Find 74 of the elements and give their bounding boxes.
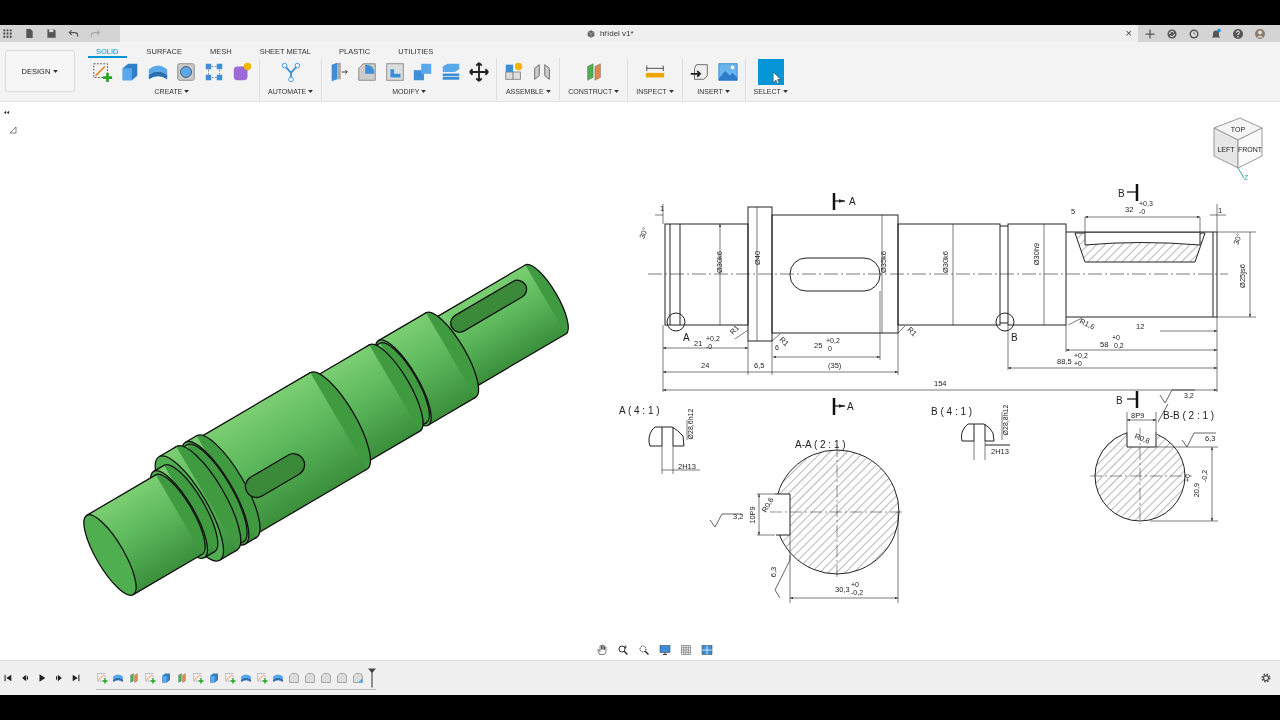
fillet-icon[interactable] xyxy=(336,671,348,684)
pan-hand-icon[interactable] xyxy=(596,644,608,656)
caret-icon xyxy=(668,90,674,93)
drawing-label: A ( 4 : 1 ) xyxy=(619,405,660,416)
cube-icon xyxy=(585,28,596,39)
insert-icon[interactable] xyxy=(688,61,711,83)
timeline-marker-icon[interactable] xyxy=(368,667,376,688)
view-cube-drawing xyxy=(1213,117,1263,179)
caret-icon xyxy=(308,90,314,93)
drawing-label: B xyxy=(1118,188,1125,199)
image-icon[interactable] xyxy=(716,61,739,83)
node-graph-icon[interactable] xyxy=(279,61,302,83)
plane-icon[interactable] xyxy=(176,671,188,684)
drawing-label: A xyxy=(847,401,854,412)
caret-icon xyxy=(782,90,788,93)
viewports-icon[interactable] xyxy=(701,644,713,656)
sketch-icon[interactable] xyxy=(144,671,156,684)
pattern-icon[interactable] xyxy=(203,61,225,83)
plane-icon[interactable] xyxy=(128,671,140,684)
file-icon[interactable] xyxy=(24,28,35,39)
drawing-label: B xyxy=(1116,395,1123,406)
sketch-icon[interactable] xyxy=(224,671,236,684)
close-tab-button[interactable]: × xyxy=(1119,25,1138,42)
step-back-icon[interactable] xyxy=(20,673,30,683)
form-icon[interactable] xyxy=(231,61,253,83)
play-icon[interactable] xyxy=(37,673,47,683)
drawing-label: B xyxy=(1011,332,1018,343)
caret-icon xyxy=(614,90,620,93)
box-icon[interactable] xyxy=(160,671,172,684)
skip-end-icon[interactable] xyxy=(71,673,81,683)
zoom-icon[interactable] xyxy=(617,644,629,656)
avatar-icon[interactable] xyxy=(1254,27,1266,40)
document-title: hřídel v1* xyxy=(599,29,634,38)
settings-icon[interactable] xyxy=(1260,672,1272,684)
caret-icon xyxy=(421,90,427,93)
zoom-window-icon[interactable] xyxy=(638,644,650,656)
fillet-icon[interactable] xyxy=(288,671,300,684)
skip-start-icon[interactable] xyxy=(3,673,13,683)
sketch-icon[interactable] xyxy=(192,671,204,684)
caret-icon xyxy=(184,90,190,93)
triangle-icon[interactable] xyxy=(9,126,17,134)
shell-icon[interactable] xyxy=(384,61,407,83)
fillet-icon[interactable] xyxy=(304,671,316,684)
drawing-label: A xyxy=(683,332,690,343)
notification-bell-icon[interactable] xyxy=(1210,27,1222,40)
clock-icon[interactable] xyxy=(1188,27,1200,40)
sync-icon[interactable] xyxy=(1166,27,1178,40)
caret-icon xyxy=(545,90,551,93)
new-tab-icon[interactable] xyxy=(1144,27,1156,40)
caret-icon xyxy=(724,90,730,93)
sketch-icon[interactable] xyxy=(96,671,108,684)
grid-icon[interactable] xyxy=(680,644,692,656)
drawing-label: B-B ( 2 : 1 ) xyxy=(1163,410,1215,421)
step-forward-icon[interactable] xyxy=(54,673,64,683)
save-icon[interactable] xyxy=(46,28,57,39)
drawing-label: B ( 4 : 1 ) xyxy=(931,406,973,417)
move-icon[interactable] xyxy=(468,61,491,83)
collapse-icon[interactable] xyxy=(2,109,11,116)
fillet-icon[interactable] xyxy=(356,61,379,83)
display-icon[interactable] xyxy=(659,644,671,656)
hole-icon[interactable] xyxy=(175,61,197,83)
help-icon[interactable] xyxy=(1232,27,1244,40)
caret-icon xyxy=(53,69,59,73)
apps-grid-icon[interactable] xyxy=(2,28,13,39)
select-button[interactable] xyxy=(757,59,784,85)
section-mark xyxy=(832,398,846,415)
undo-icon[interactable] xyxy=(68,28,79,39)
section-mark xyxy=(1126,391,1139,408)
box-icon[interactable] xyxy=(208,671,220,684)
drawing-label: A xyxy=(849,196,856,207)
sketch-icon[interactable] xyxy=(91,61,113,83)
sketch-icon[interactable] xyxy=(256,671,268,684)
drawing-label: A-A ( 2 : 1 ) xyxy=(795,439,846,450)
fillet-icon[interactable] xyxy=(320,671,332,684)
